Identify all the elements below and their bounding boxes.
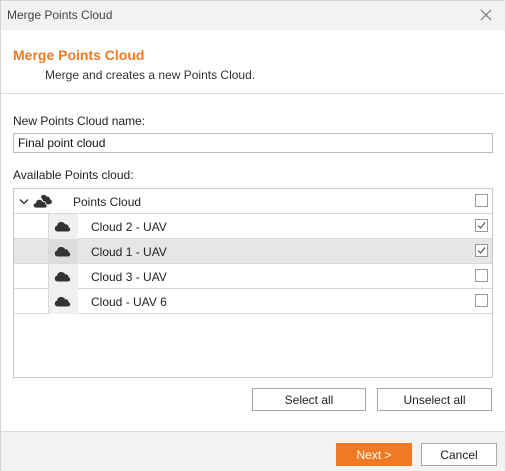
tree-item-cloud-2-uav[interactable]: Cloud 2 - UAV: [14, 214, 492, 239]
item-checkbox[interactable]: [475, 269, 488, 282]
cloud-name-input[interactable]: [13, 133, 493, 153]
points-cloud-tree: Points Cloud Cloud 2 - UAV Cloud 1 - UAV…: [13, 188, 493, 378]
icon-cell: [49, 289, 78, 314]
indent-cell: [14, 214, 49, 239]
title-bar: Merge Points Cloud: [1, 1, 505, 30]
chevron-down-icon[interactable]: [19, 198, 29, 206]
available-label: Available Points cloud:: [13, 168, 134, 182]
item-checkbox[interactable]: [475, 244, 488, 257]
clouds-icon: [33, 194, 52, 209]
dialog-footer: Next > Cancel: [1, 431, 505, 471]
tree-item-cloud-1-uav[interactable]: Cloud 1 - UAV: [14, 239, 492, 264]
cloud-icon: [54, 297, 71, 307]
item-checkbox[interactable]: [475, 219, 488, 232]
tree-item-label: Cloud 3 - UAV: [91, 270, 167, 284]
indent-cell: [14, 239, 49, 264]
header-title: Merge Points Cloud: [13, 47, 145, 63]
close-icon[interactable]: [479, 8, 493, 22]
unselect-all-button[interactable]: Unselect all: [377, 388, 492, 411]
next-button[interactable]: Next >: [336, 443, 412, 466]
name-label: New Points Cloud name:: [13, 114, 146, 128]
tree-item-label: Cloud 1 - UAV: [91, 245, 167, 259]
tree-item-cloud-3-uav[interactable]: Cloud 3 - UAV: [14, 264, 492, 289]
tree-item-label: Cloud - UAV 6: [91, 295, 167, 309]
cloud-icon: [54, 247, 71, 257]
checkmark-icon: [477, 247, 486, 254]
root-checkbox[interactable]: [475, 194, 488, 207]
item-checkbox[interactable]: [475, 294, 488, 307]
tree-root-row[interactable]: Points Cloud: [14, 189, 492, 214]
tree-item-cloud-uav-6[interactable]: Cloud - UAV 6: [14, 289, 492, 314]
window-title: Merge Points Cloud: [7, 8, 113, 22]
cancel-button[interactable]: Cancel: [421, 443, 497, 466]
indent-cell: [14, 289, 49, 314]
header-subtitle: Merge and creates a new Points Cloud.: [45, 68, 256, 82]
cloud-icon: [54, 272, 71, 282]
merge-points-cloud-dialog: Merge Points Cloud Merge Points Cloud Me…: [0, 0, 506, 471]
select-all-button[interactable]: Select all: [252, 388, 366, 411]
icon-cell: [49, 214, 78, 239]
icon-cell: [49, 264, 78, 289]
tree-item-label: Cloud 2 - UAV: [91, 220, 167, 234]
checkmark-icon: [477, 222, 486, 229]
indent-cell: [14, 264, 49, 289]
dialog-header: Merge Points Cloud Merge and creates a n…: [1, 30, 505, 94]
icon-cell: [49, 239, 78, 264]
cloud-icon: [54, 222, 71, 232]
tree-root-label: Points Cloud: [73, 195, 142, 209]
